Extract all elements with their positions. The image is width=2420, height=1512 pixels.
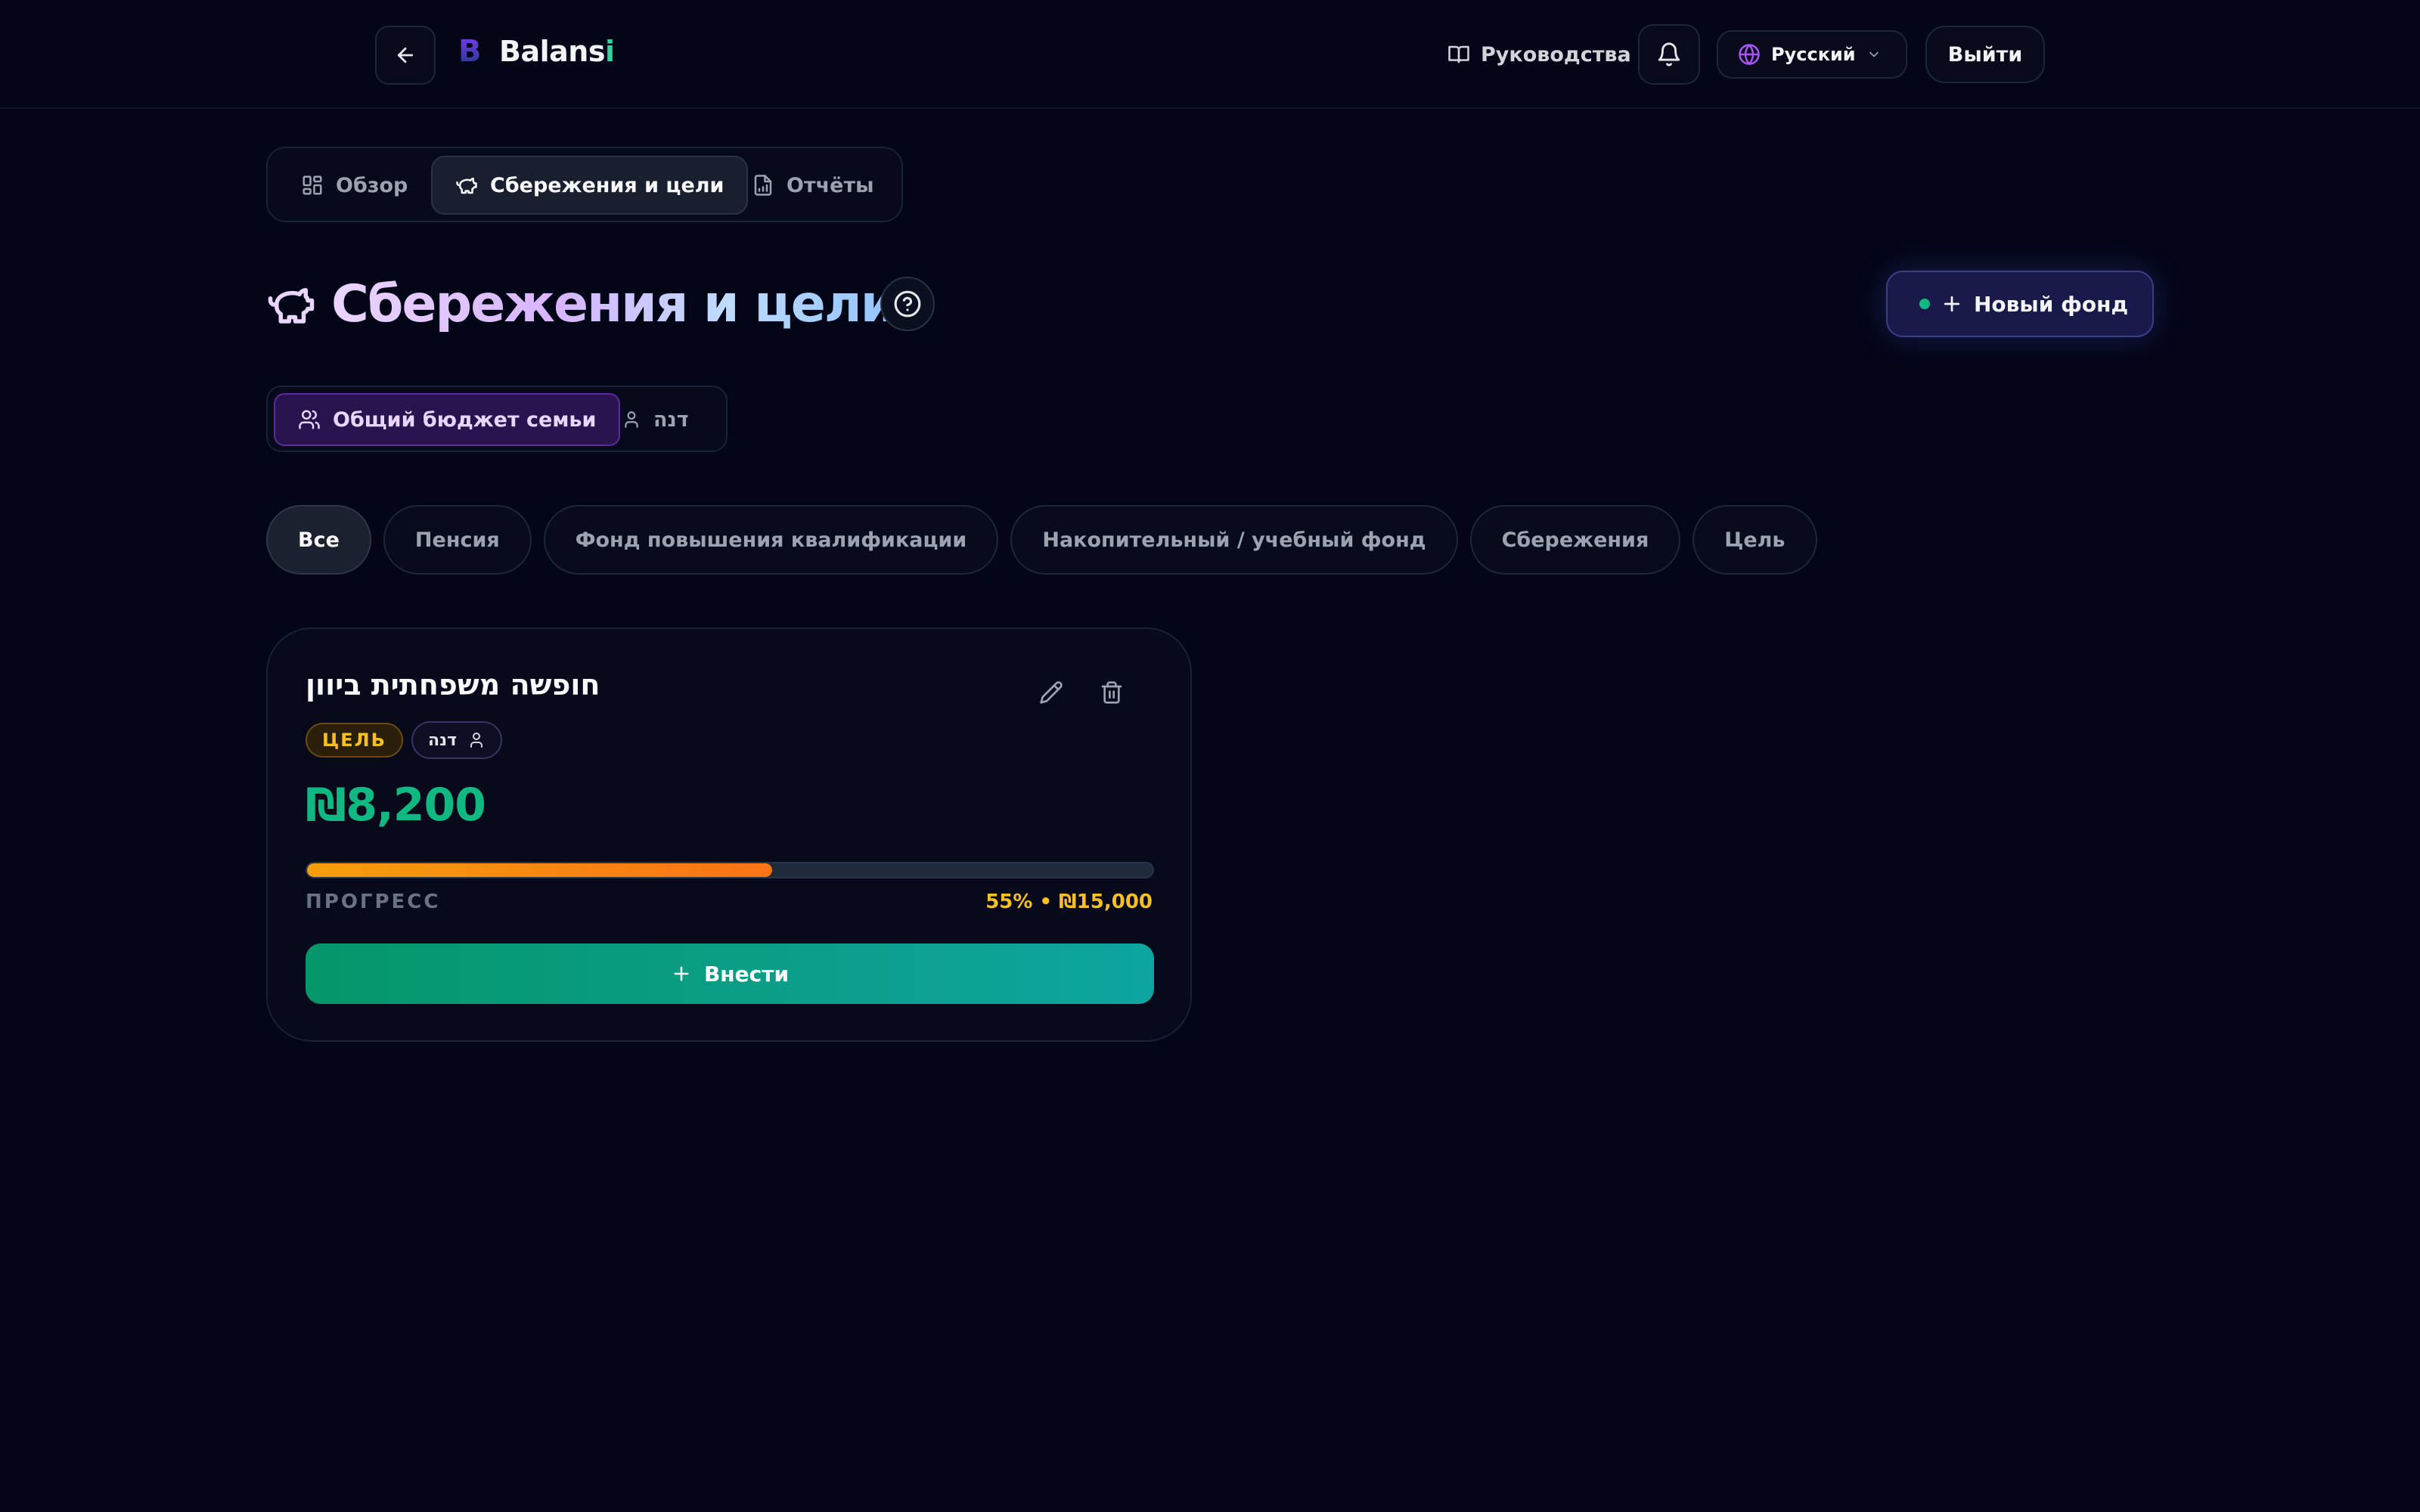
top-bar	[0, 0, 2420, 109]
piggy-bank-icon	[266, 280, 316, 330]
scope-label: דנה	[653, 407, 689, 432]
language-label: Русский	[1771, 44, 1856, 65]
page-header: Сбережения и цели	[266, 272, 896, 336]
deposit-button[interactable]: Внести	[306, 943, 1154, 1004]
scope-person[interactable]: דנה	[599, 393, 712, 446]
progress-bar	[306, 862, 1154, 878]
bell-icon	[1656, 42, 1682, 67]
logo-text-accent: i	[604, 35, 615, 68]
progress-label: ПРОГРЕСС	[306, 891, 441, 913]
fund-card: חופשה משפחתית ביוון ЦЕЛЬ דנה ₪8,200 ПРОГ…	[266, 627, 1192, 1042]
filter-study-fund[interactable]: Накопительный / учебный фонд	[1010, 505, 1458, 575]
logo-mark: B	[458, 34, 486, 69]
back-button[interactable]	[375, 26, 436, 85]
filter-goal[interactable]: Цель	[1692, 505, 1817, 575]
report-icon	[752, 174, 774, 197]
chevron-down-icon	[1866, 47, 1882, 62]
deposit-label: Внести	[703, 961, 790, 987]
user-icon	[622, 410, 641, 429]
help-button[interactable]	[880, 277, 935, 331]
user-icon	[467, 731, 486, 749]
scope-family-budget[interactable]: Общий бюджет семьи	[274, 393, 621, 446]
language-select[interactable]: Русский	[1717, 30, 1907, 79]
budget-scope-selector: Общий бюджет семьи דנה	[266, 386, 728, 452]
progress-meta: 55% • ₪15,000	[985, 891, 1153, 913]
tab-label: Отчёты	[786, 173, 874, 197]
book-icon	[1447, 43, 1470, 66]
piggy-bank-icon	[455, 174, 478, 197]
plus-icon	[671, 963, 692, 984]
logo-text: Balansi	[499, 35, 615, 68]
guides-label: Руководства	[1481, 42, 1631, 67]
filter-all[interactable]: Все	[266, 505, 371, 575]
guides-link[interactable]: Руководства	[1447, 32, 1631, 77]
tab-label: Сбережения и цели	[490, 173, 724, 197]
grid-icon	[301, 174, 324, 197]
tab-reports[interactable]: Отчёты	[729, 156, 897, 215]
status-dot	[1919, 299, 1930, 309]
arrow-left-icon	[394, 44, 417, 67]
owner-badge: דנה	[411, 721, 503, 759]
fund-amount: ₪8,200	[306, 779, 486, 832]
notifications-button[interactable]	[1638, 24, 1700, 85]
filter-pension[interactable]: Пенсия	[383, 505, 532, 575]
tab-overview[interactable]: Обзор	[278, 156, 430, 215]
plus-icon	[1941, 293, 1963, 315]
logout-button[interactable]: Выйти	[1925, 26, 2045, 83]
fund-type-filters: Все Пенсия Фонд повышения квалификации Н…	[266, 505, 1817, 575]
scope-label: Общий бюджет семьи	[333, 407, 597, 432]
new-fund-button[interactable]: Новый фонд	[1886, 271, 2154, 337]
fund-title: חופשה משפחתית ביוון	[306, 668, 600, 702]
app-logo[interactable]: B Balansi	[458, 29, 615, 74]
filter-training-fund[interactable]: Фонд повышения квалификации	[543, 505, 999, 575]
owner-name: דנה	[428, 730, 458, 750]
new-fund-label: Новый фонд	[1974, 291, 2129, 317]
edit-button[interactable]	[1028, 670, 1074, 715]
globe-icon	[1738, 43, 1761, 66]
logo-text-main: Balans	[499, 35, 605, 68]
question-icon	[893, 290, 922, 318]
page-title: Сбережения и цели	[331, 274, 896, 334]
pencil-icon	[1039, 680, 1063, 705]
users-icon	[298, 408, 321, 431]
filter-savings[interactable]: Сбережения	[1469, 505, 1681, 575]
trash-icon	[1100, 680, 1124, 705]
delete-button[interactable]	[1089, 670, 1134, 715]
fund-type-badge: ЦЕЛЬ	[306, 723, 403, 758]
tab-label: Обзор	[336, 173, 408, 197]
progress-fill	[307, 863, 772, 877]
tab-savings-goals[interactable]: Сбережения и цели	[431, 156, 749, 215]
main-tabs: Обзор Сбережения и цели Отчёты	[266, 147, 903, 222]
